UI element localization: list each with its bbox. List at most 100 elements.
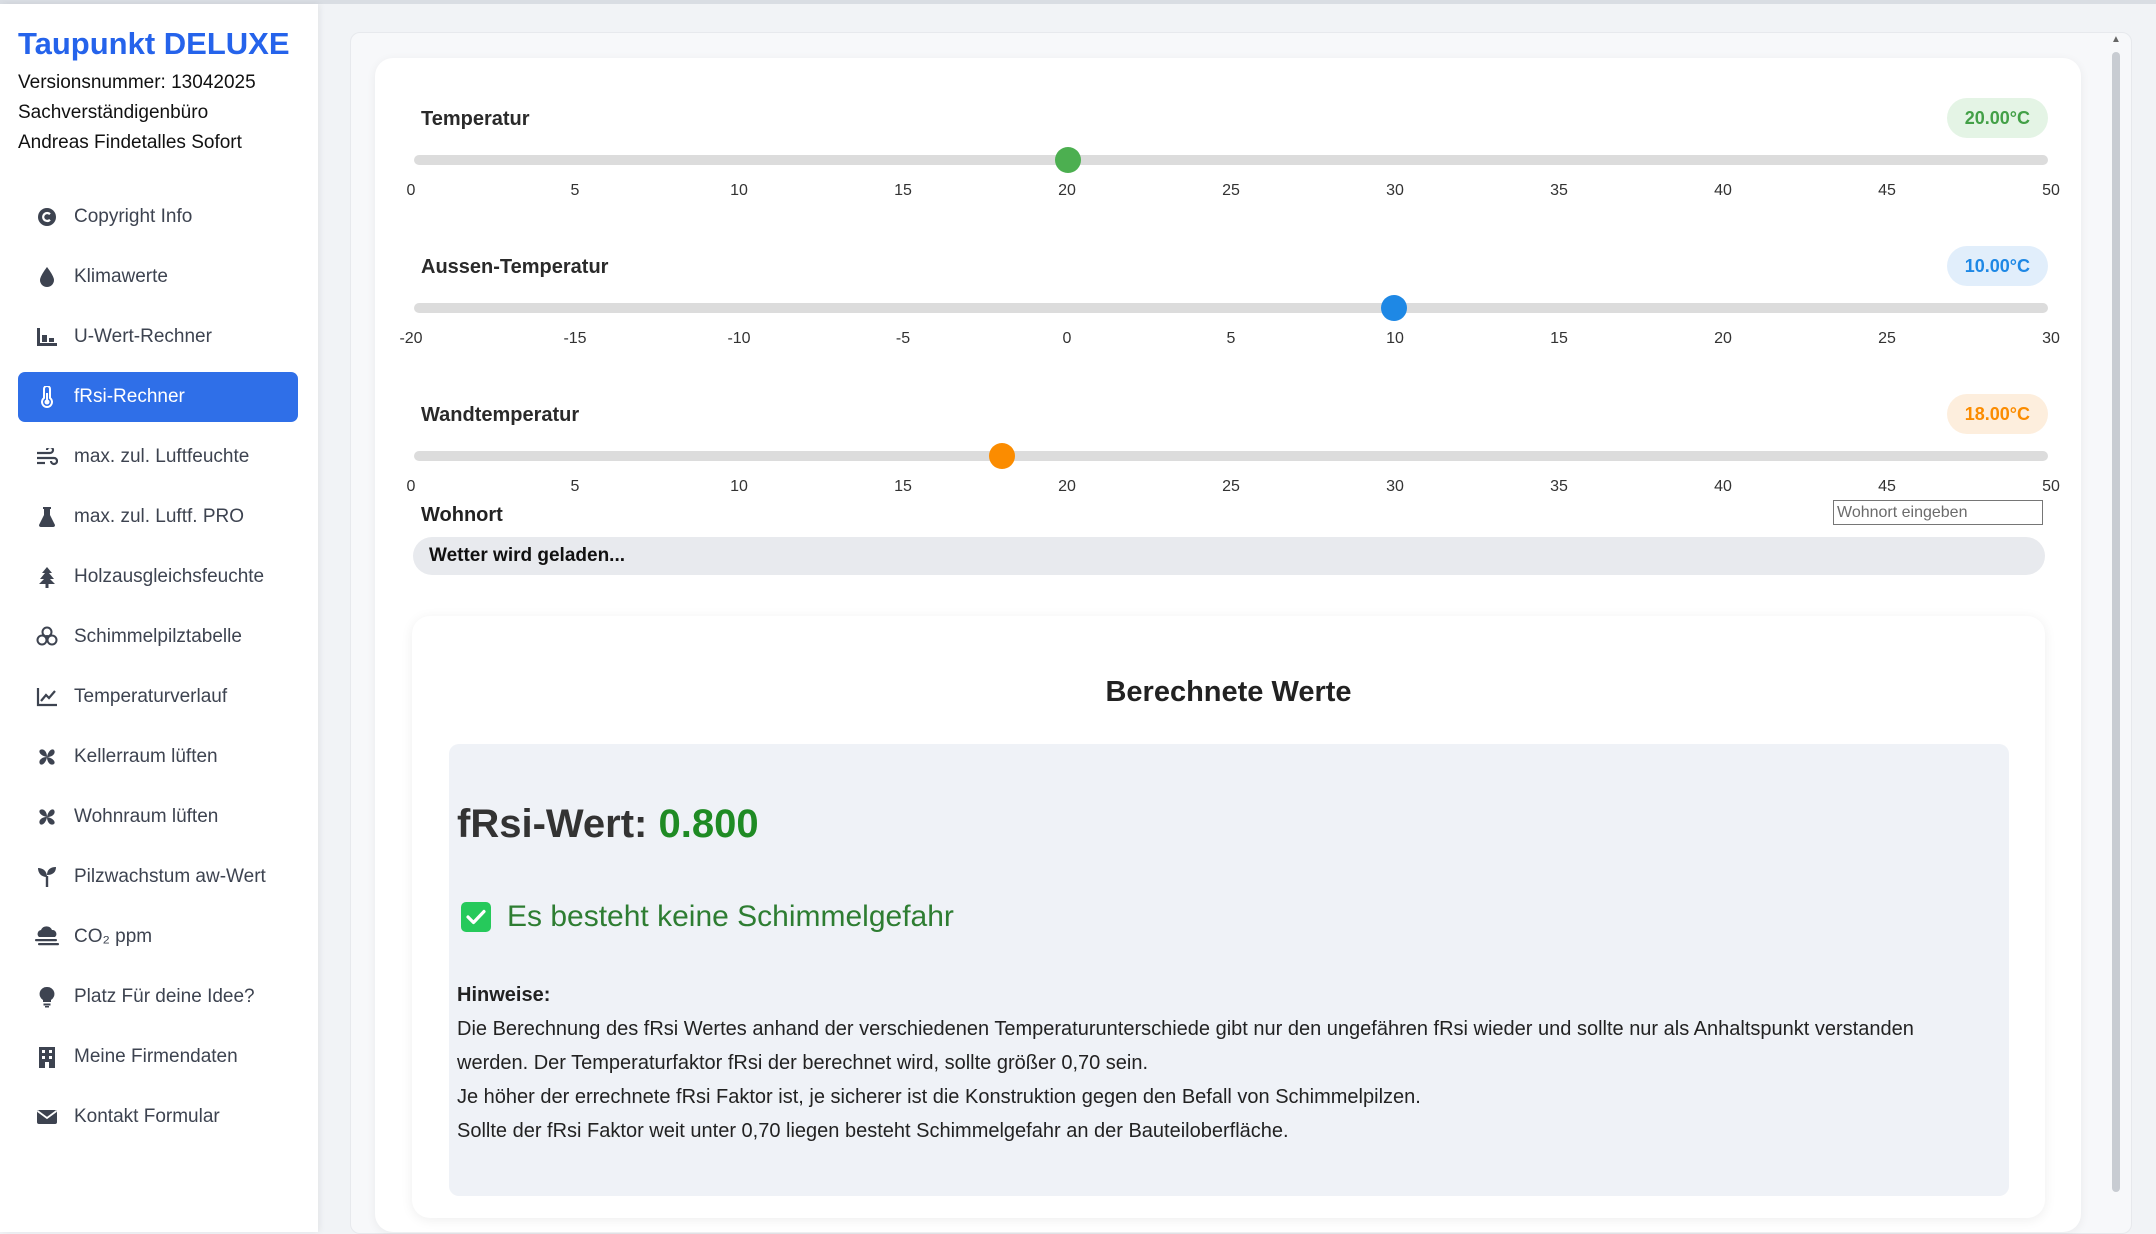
wohnort-input[interactable] [1833,500,2043,525]
slider-tick-label: 35 [1550,478,1568,495]
envelope-icon [34,1109,60,1125]
slider-tick-label: 20 [1058,182,1076,199]
company-name-line1: Sachverständigenbüro [18,102,209,123]
slider-tick-label: 0 [406,478,416,495]
note-line: Die Berechnung des fRsi Wertes anhand de… [457,1018,1914,1074]
sidebar: Taupunkt DELUXE Versionsnummer: 13042025… [0,4,318,1232]
sidebar-item-max-zul-luftfeuchte[interactable]: max. zul. Luftfeuchte [18,432,298,482]
flask-icon [34,506,60,528]
droplet-icon [34,266,60,288]
tree-icon [34,566,60,588]
seedling-icon [34,866,60,888]
sidebar-item-klimawerte[interactable]: Klimawerte [18,252,298,302]
slider-tick-label: 30 [1386,478,1404,495]
sidebar-item-meine-firmendaten[interactable]: Meine Firmendaten [18,1032,298,1082]
sidebar-item-max-zul-luftf-pro[interactable]: max. zul. Luftf. PRO [18,492,298,542]
sidebar-item-u-wert-rechner[interactable]: U-Wert-Rechner [18,312,298,362]
slider-tick-label: 30 [1386,182,1404,199]
fan-icon [34,746,60,768]
wohnort-label: Wohnort [421,504,503,526]
lightbulb-icon [34,986,60,1008]
sidebar-item-label: Holzausgleichsfeuchte [74,566,265,587]
vertical-scrollbar[interactable]: ▲ [2110,34,2122,1192]
slider-tick-label: 5 [570,478,580,495]
slider-tick-label: -15 [563,330,587,347]
slider-tick-label: 40 [1714,478,1732,495]
slider-tick-label: 25 [1222,478,1240,495]
temperature-slider-track[interactable] [414,155,2048,165]
wall-temperature-label: Wandtemperatur [421,404,580,426]
weather-status-text: Wetter wird geladen... [429,545,626,566]
slider-tick-label: 30 [2042,330,2060,347]
slider-tick-label: 50 [2042,182,2060,199]
sidebar-item-label: U-Wert-Rechner [74,326,212,347]
outside-temperature-label: Aussen-Temperatur [421,256,609,278]
sidebar-item-label: Platz Für deine Idee? [74,986,255,1007]
wind-icon [34,448,60,466]
slider-tick-label: 15 [894,478,912,495]
thermometer-icon [34,386,60,408]
sidebar-item-label: Kontakt Formular [74,1106,220,1127]
sidebar-item-label: Klimawerte [74,266,168,287]
results-title: Berechnete Werte [1105,676,1352,708]
frsi-label: fRsi-Wert: [457,802,648,846]
scrollbar-thumb[interactable] [2112,52,2120,1192]
slider-tick-label: 50 [2042,478,2060,495]
sidebar-item-label: Meine Firmendaten [74,1046,238,1067]
outside-temperature-slider-track[interactable] [414,303,2048,313]
chart-bars-icon [34,327,60,347]
mold-status-text: Es besteht keine Schimmelgefahr [507,900,954,933]
note-line: Je höher der errechnete fRsi Faktor ist,… [457,1086,1421,1108]
temperature-label: Temperatur [421,108,530,130]
weather-status-bar: Wetter wird geladen... [413,537,2045,575]
sidebar-item-label: CO₂ ppm [74,926,153,947]
slider-tick-label: -20 [399,330,423,347]
frsi-value: 0.800 [658,802,759,846]
sidebar-item-wohnraum-lueften[interactable]: Wohnraum lüften [18,792,298,842]
sidebar-item-frsi-rechner[interactable]: fRsi-Rechner [18,372,298,422]
slider-tick-label: 15 [894,182,912,199]
sidebar-item-label: fRsi-Rechner [74,386,185,407]
window-top-border [0,0,2156,4]
notes-block: Hinweise: Die Berechnung des fRsi Wertes… [457,978,1977,1148]
scroll-up-icon[interactable]: ▲ [2110,34,2122,46]
temperature-slider-thumb[interactable] [1054,147,1081,173]
sidebar-item-label: Wohnraum lüften [74,806,219,827]
building-icon [34,1046,60,1068]
slider-tick-label: 10 [730,478,748,495]
sidebar-item-schimmelpilztabelle[interactable]: Schimmelpilztabelle [18,612,298,662]
sidebar-item-label: Kellerraum lüften [74,746,218,767]
sidebar-item-pilzwachstum-aw-wert[interactable]: Pilzwachstum aw-Wert [18,852,298,902]
sidebar-item-label: max. zul. Luftfeuchte [74,446,250,467]
slider-tick-label: 40 [1714,182,1732,199]
sidebar-item-temperaturverlauf[interactable]: Temperaturverlauf [18,672,298,722]
sidebar-item-copyright-info[interactable]: Copyright Info [18,192,298,242]
copyright-icon [34,207,60,227]
results-card: Berechnete Werte fRsi-Wert: 0.800 Es bes… [412,616,2045,1218]
sidebar-item-kontakt-formular[interactable]: Kontakt Formular [18,1092,298,1142]
outside-temperature-value-badge: 10.00°C [1946,246,2048,286]
slider-tick-label: 45 [1878,478,1896,495]
slider-tick-label: -10 [727,330,751,347]
slider-tick-label: 10 [1386,330,1404,347]
sidebar-item-label: max. zul. Luftf. PRO [74,506,244,527]
sidebar-item-label: Temperaturverlauf [74,686,228,707]
check-icon [461,902,491,932]
slider-tick-label: 35 [1550,182,1568,199]
slider-tick-label: 10 [730,182,748,199]
slider-tick-label: 20 [1058,478,1076,495]
app-title: Taupunkt DELUXE [18,26,290,61]
note-line: Sollte der fRsi Faktor weit unter 0,70 l… [457,1120,1289,1142]
sidebar-item-kellerraum-lueften[interactable]: Kellerraum lüften [18,732,298,782]
company-name-line2: Andreas Findetalles Sofort [18,132,242,153]
sidebar-item-co2-ppm[interactable]: CO₂ ppm [18,912,298,962]
slider-tick-label: 20 [1714,330,1732,347]
wall-temperature-slider-track[interactable] [414,451,2048,461]
slider-tick-label: -5 [895,330,911,347]
biohazard-icon [34,626,60,648]
notes-heading: Hinweise: [457,984,551,1006]
frsi-result: fRsi-Wert: 0.800 [457,802,759,847]
sidebar-item-platz-fuer-deine-idee[interactable]: Platz Für deine Idee? [18,972,298,1022]
sidebar-item-label: Pilzwachstum aw-Wert [74,866,266,887]
sidebar-item-holzausgleichsfeuchte[interactable]: Holzausgleichsfeuchte [18,552,298,602]
